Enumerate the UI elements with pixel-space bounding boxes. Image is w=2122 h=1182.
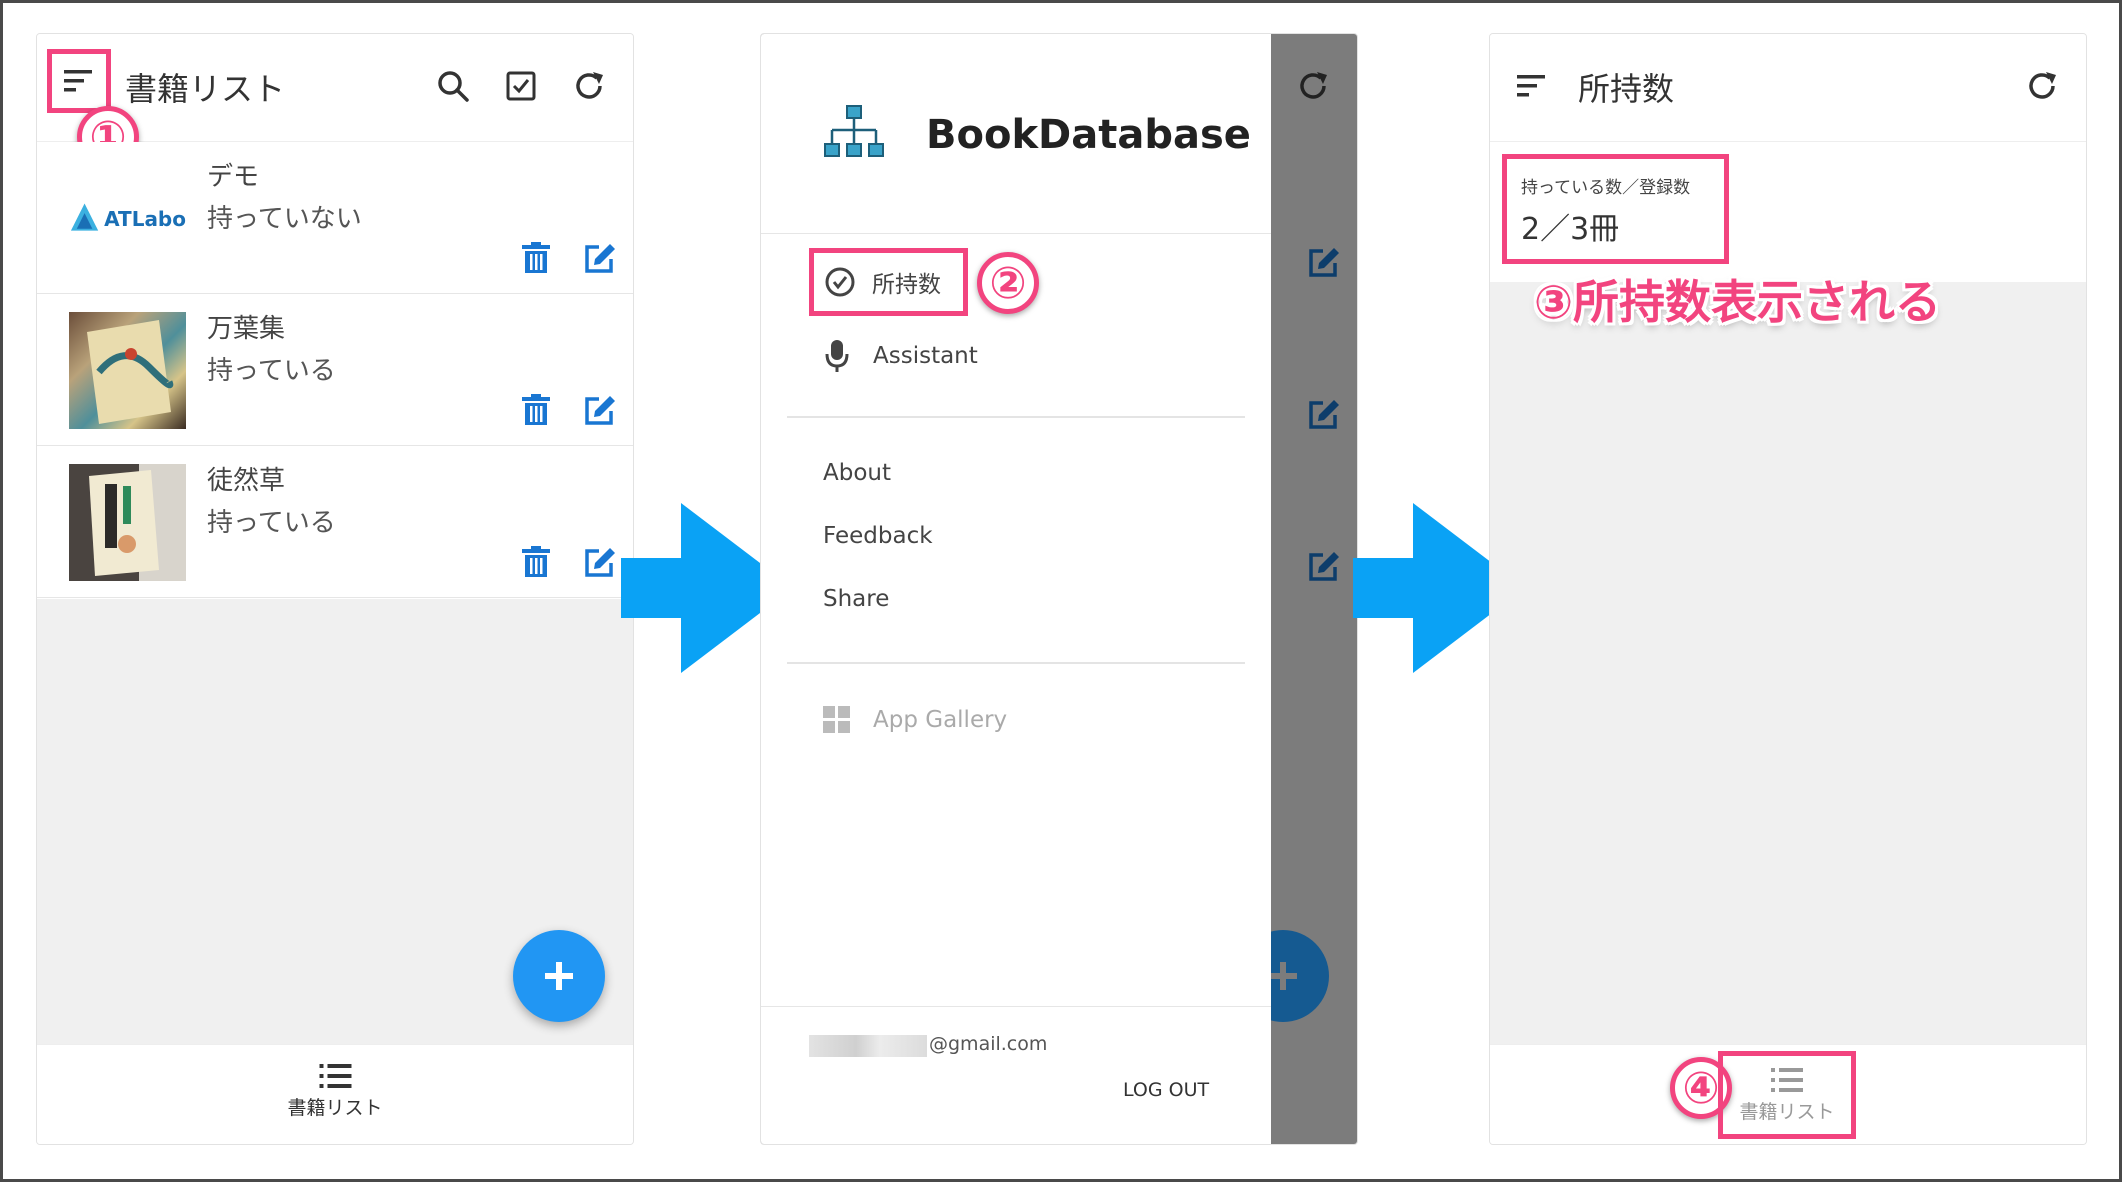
- logo-text: ATLabo: [104, 206, 186, 231]
- app-name: BookDatabase: [926, 112, 1251, 158]
- bottom-nav: ④ 書籍リスト: [1490, 1044, 2086, 1144]
- page-title: 所持数: [1578, 70, 1675, 108]
- edit-button[interactable]: [583, 242, 617, 276]
- owned-count-card: 持っている数／登録数 2／3冊: [1502, 154, 1729, 264]
- drawer-footer: @gmail.com LOG OUT: [761, 1006, 1271, 1144]
- nav-label: 書籍リスト: [287, 1097, 383, 1119]
- menu-button[interactable]: [1510, 64, 1554, 108]
- app-header: 所持数: [1490, 34, 2086, 142]
- drawer-item-owned-count[interactable]: 所持数: [809, 248, 968, 316]
- microphone-icon: [825, 340, 849, 372]
- book-title: 万葉集: [207, 314, 286, 344]
- panel-book-list: 書籍リスト ① ATLabo デモ 持っていない 万葉集 持っている 徒然草 持…: [36, 33, 634, 1145]
- trash-icon: [522, 394, 550, 425]
- nav-book-list[interactable]: 書籍リスト: [287, 1063, 383, 1120]
- edit-button[interactable]: [583, 394, 617, 428]
- grid-icon: [823, 706, 850, 733]
- drawer-divider: [787, 416, 1245, 418]
- search-icon: [438, 71, 469, 102]
- panel-drawer: BookDatabase 所持数 ② Assistant About Feedb…: [760, 33, 1358, 1145]
- menu-button[interactable]: [47, 49, 111, 113]
- trash-icon: [522, 546, 550, 577]
- refresh-icon: [1300, 72, 1327, 99]
- account-email: @gmail.com: [929, 1033, 1048, 1055]
- navigation-drawer: BookDatabase 所持数 ② Assistant About Feedb…: [761, 34, 1271, 1144]
- card-label: 持っている数／登録数: [1521, 178, 1691, 198]
- drawer-divider: [787, 662, 1245, 664]
- empty-content-area: [1490, 282, 2086, 1044]
- drawer-item-app-gallery[interactable]: App Gallery: [823, 706, 1007, 734]
- dim-edit-icon: [1307, 550, 1341, 586]
- edit-icon: [1309, 552, 1339, 581]
- edit-icon: [585, 548, 615, 577]
- refresh-icon: [2029, 72, 2056, 99]
- plus-icon: [545, 962, 573, 990]
- book-title: デモ: [207, 162, 260, 192]
- redacted-email-prefix: [809, 1035, 927, 1057]
- tutorial-canvas: 書籍リスト ① ATLabo デモ 持っていない 万葉集 持っている 徒然草 持…: [0, 0, 2122, 1182]
- delete-button[interactable]: [521, 394, 555, 428]
- edit-icon: [1309, 400, 1339, 429]
- drawer-item-label: App Gallery: [873, 707, 1008, 733]
- trash-icon: [522, 242, 550, 273]
- book-thumbnail: ATLabo: [69, 160, 186, 277]
- logout-button[interactable]: LOG OUT: [1123, 1079, 1209, 1101]
- nav-label: 書籍リスト: [1739, 1100, 1835, 1123]
- dim-edit-icon: [1307, 246, 1341, 282]
- add-book-button[interactable]: [513, 930, 605, 1022]
- edit-icon: [585, 244, 615, 273]
- book-cover-image: [87, 320, 174, 424]
- book-thumbnail: [69, 312, 186, 429]
- refresh-button[interactable]: [567, 64, 611, 108]
- nav-book-list[interactable]: 書籍リスト: [1718, 1051, 1856, 1139]
- book-row[interactable]: 徒然草 持っている: [37, 446, 633, 598]
- drawer-item-share[interactable]: Share: [823, 586, 889, 612]
- check-box-icon: [506, 71, 536, 101]
- refresh-button: [1291, 64, 1335, 108]
- at-labo-logo: [70, 202, 99, 231]
- search-button[interactable]: [431, 64, 475, 108]
- book-status: 持っている: [207, 356, 336, 386]
- menu-icon: [1517, 75, 1545, 97]
- check-circle-icon: [825, 267, 855, 297]
- edit-icon: [1309, 248, 1339, 277]
- book-status: 持っている: [207, 508, 336, 538]
- panel-owned-count: 所持数 持っている数／登録数 2／3冊 ③所持数表示される ④ 書籍リスト: [1489, 33, 2087, 1145]
- sitemap-logo-icon: [824, 105, 884, 157]
- drawer-item-assistant[interactable]: Assistant: [823, 338, 978, 374]
- drawer-item-about[interactable]: About: [823, 460, 891, 486]
- list-icon: [1771, 1067, 1803, 1092]
- refresh-button[interactable]: [2020, 64, 2064, 108]
- book-title: 徒然草: [207, 466, 286, 496]
- delete-button[interactable]: [521, 546, 555, 580]
- dim-edit-icon: [1307, 398, 1341, 434]
- annotation-text: ③所持数表示される: [1534, 275, 1941, 329]
- list-icon: [318, 1064, 351, 1088]
- menu-icon: [64, 70, 92, 92]
- book-thumbnail: [69, 464, 186, 581]
- drawer-item-label: Assistant: [873, 343, 978, 369]
- delete-button[interactable]: [521, 242, 555, 276]
- bottom-nav: 書籍リスト: [37, 1044, 633, 1144]
- step-2-badge: ②: [977, 252, 1039, 314]
- edit-icon: [585, 396, 615, 425]
- book-row[interactable]: 万葉集 持っている: [37, 294, 633, 446]
- checklist-button[interactable]: [499, 64, 543, 108]
- book-row[interactable]: ATLabo デモ 持っていない: [37, 142, 633, 294]
- drawer-item-feedback[interactable]: Feedback: [823, 523, 933, 549]
- book-cover-image: [89, 464, 186, 581]
- drawer-item-label: 所持数: [872, 272, 941, 298]
- refresh-icon: [576, 72, 603, 99]
- page-title: 書籍リスト: [125, 70, 286, 108]
- edit-button[interactable]: [583, 546, 617, 580]
- book-status: 持っていない: [207, 204, 362, 234]
- drawer-header: BookDatabase: [761, 34, 1271, 234]
- card-value: 2／3冊: [1521, 212, 1620, 247]
- count-card-area: 持っている数／登録数 2／3冊: [1490, 142, 2086, 282]
